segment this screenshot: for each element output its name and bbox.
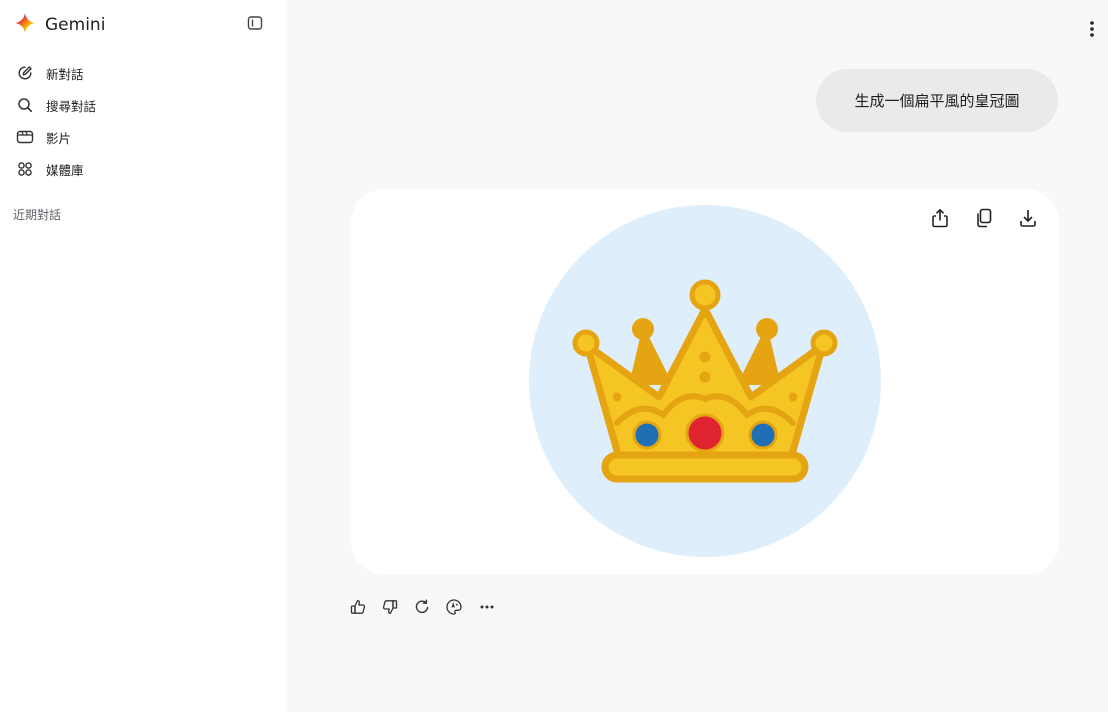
- sidebar-item-video[interactable]: 影片: [0, 121, 287, 153]
- thumbs-down-icon[interactable]: [381, 596, 399, 618]
- image-card-actions: [929, 207, 1039, 229]
- sidebar-item-label: 新對話: [46, 66, 84, 82]
- sidebar-nav: 新對話 搜尋對話 影片 媒體庫: [0, 57, 287, 185]
- grid-icon: [16, 160, 34, 178]
- thumbs-up-icon[interactable]: [349, 596, 367, 618]
- refresh-icon[interactable]: [413, 596, 431, 618]
- copy-icon[interactable]: [973, 207, 995, 229]
- crown-image[interactable]: [351, 189, 1059, 575]
- sidebar-toggle-icon[interactable]: [246, 14, 264, 32]
- search-icon: [16, 96, 34, 114]
- gemini-sparkle-icon: [14, 12, 36, 38]
- main-content: 生成一個扁平風的皇冠圖: [287, 0, 1108, 712]
- user-message: 生成一個扁平風的皇冠圖: [816, 69, 1058, 132]
- sidebar-item-new-chat[interactable]: 新對話: [0, 57, 287, 89]
- more-horiz-icon[interactable]: [477, 596, 497, 618]
- user-message-text: 生成一個扁平風的皇冠圖: [854, 92, 1020, 110]
- video-icon: [16, 128, 34, 146]
- sidebar-item-search[interactable]: 搜尋對話: [0, 89, 287, 121]
- edit-icon: [16, 64, 34, 82]
- sidebar-item-label: 影片: [46, 130, 72, 146]
- brand[interactable]: Gemini: [14, 12, 106, 38]
- share-icon[interactable]: [929, 207, 951, 229]
- response-feedback-bar: [349, 596, 497, 618]
- sidebar-item-label: 媒體庫: [46, 162, 84, 178]
- more-vert-icon[interactable]: [1082, 18, 1102, 40]
- palette-icon[interactable]: [445, 596, 463, 618]
- generated-image-card[interactable]: [351, 189, 1059, 575]
- sidebar-item-library[interactable]: 媒體庫: [0, 153, 287, 185]
- brand-name: Gemini: [45, 15, 106, 35]
- sidebar-item-label: 搜尋對話: [46, 98, 97, 114]
- recent-chats-heading: 近期對話: [13, 208, 62, 222]
- sidebar: Gemini 新對話 搜尋對話 影片 媒體庫 近期對話: [0, 0, 287, 712]
- download-icon[interactable]: [1017, 207, 1039, 229]
